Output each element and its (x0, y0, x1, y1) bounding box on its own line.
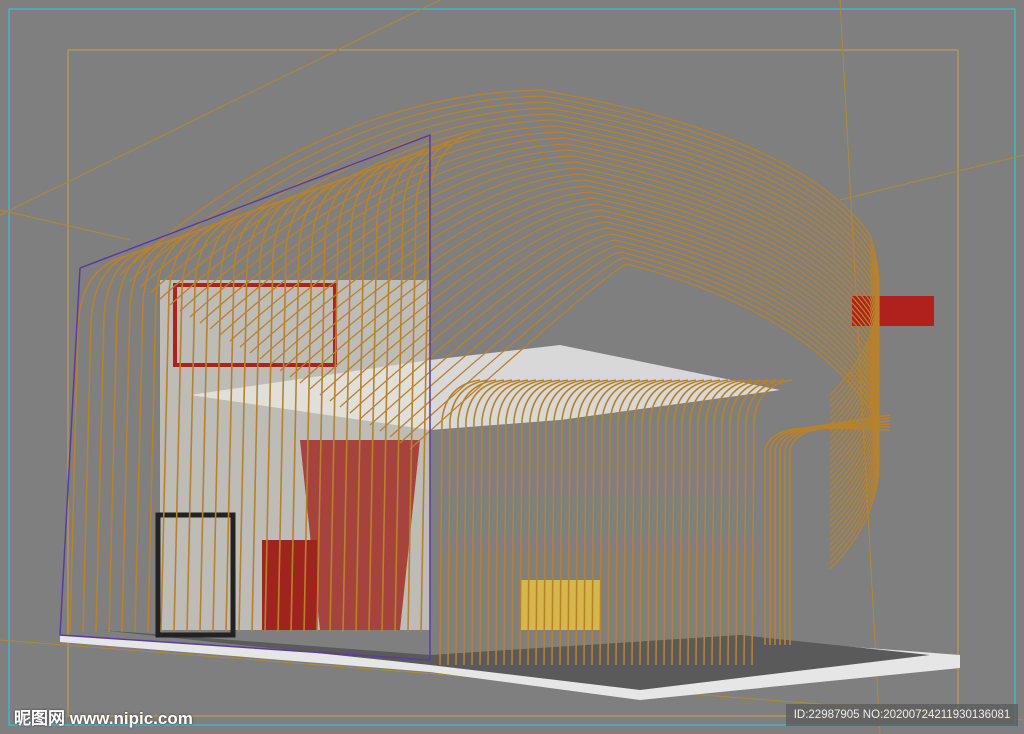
rod (743, 379, 785, 666)
rod (764, 414, 891, 645)
rod (751, 379, 793, 666)
3d-viewport[interactable] (0, 0, 1024, 734)
red-desk (262, 540, 317, 630)
watermark-id: ID:22987905 NO:20200724211930136081 (786, 704, 1018, 726)
watermark-site: 昵图网 www.nipic.com (14, 709, 193, 728)
rod (727, 379, 769, 666)
